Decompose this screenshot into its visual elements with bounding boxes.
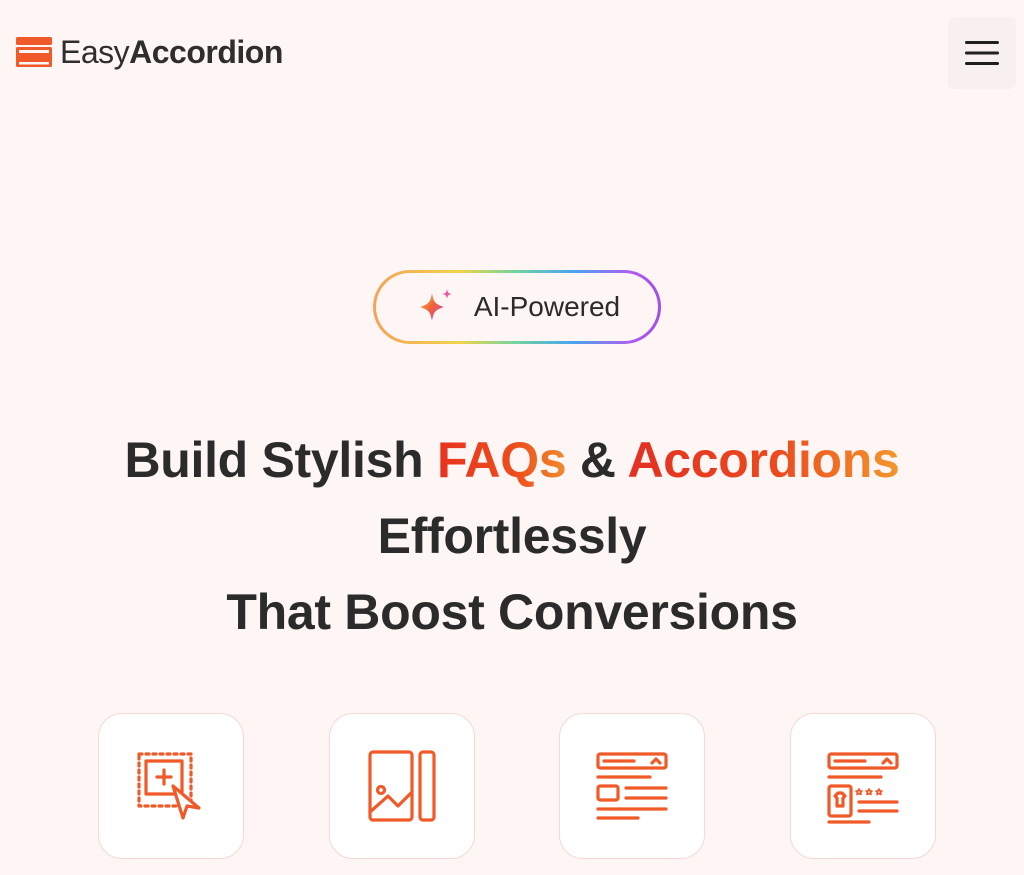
image-gallery-icon <box>368 750 436 822</box>
sparkle-icon <box>419 289 452 321</box>
ai-powered-badge-inner: AI-Powered <box>376 273 658 341</box>
logo-text-light: Easy <box>60 34 130 70</box>
product-layout-icon <box>827 752 899 824</box>
feature-card-drag-drop[interactable] <box>98 713 244 859</box>
ai-powered-badge: AI-Powered <box>373 270 661 344</box>
headline-prefix: Build Stylish <box>124 431 437 488</box>
headline-highlight-faqs: FAQs <box>436 431 567 488</box>
hero-headline: Build Stylish FAQs & Accordions Effortle… <box>0 422 1024 650</box>
feature-card-content-layout[interactable] <box>559 713 705 859</box>
headline-highlight-accordions: Accordions <box>627 431 900 488</box>
site-logo[interactable]: EasyAccordion <box>16 32 283 72</box>
headline-line-2: Effortlessly <box>377 507 647 564</box>
feature-card-gallery[interactable] <box>329 713 475 859</box>
hamburger-menu-icon <box>965 41 999 65</box>
feature-card-product-layout[interactable] <box>790 713 936 859</box>
logo-wordmark: EasyAccordion <box>60 32 283 72</box>
badge-label: AI-Powered <box>473 291 621 322</box>
logo-text-bold: Accordion <box>129 34 283 70</box>
menu-button[interactable] <box>948 17 1016 89</box>
content-layout-icon <box>596 752 668 820</box>
drag-drop-select-icon <box>137 752 201 820</box>
headline-ampersand: & <box>566 431 628 488</box>
accordion-logo-icon <box>16 37 52 67</box>
site-header: EasyAccordion <box>0 0 1024 105</box>
headline-line-3: That Boost Conversions <box>226 583 798 640</box>
headline-line-1: Build Stylish FAQs & Accordions <box>0 422 1024 498</box>
